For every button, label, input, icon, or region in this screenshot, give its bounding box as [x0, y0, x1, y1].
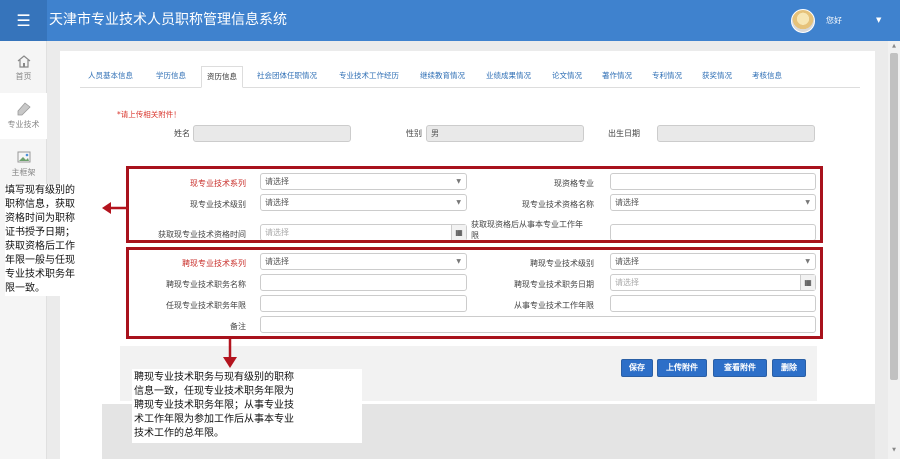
tab-bar: 人员基本信息 学历信息 资历信息 社会团体任职情况 专业技术工作经历 继续教育情…	[80, 66, 860, 88]
bottom-annotation: 聘现专业技术职务与现有级别的职称 信息一致，任现专业技术职务年限为 聘现专业技术…	[132, 369, 362, 443]
tab-qualification[interactable]: 资历信息	[201, 66, 243, 88]
sidebar-item-label: 首页	[15, 72, 32, 81]
hamburger-icon[interactable]: ☰	[0, 0, 47, 41]
tab-awards[interactable]: 获奖情况	[702, 66, 732, 88]
tab-basic-info[interactable]: 人员基本信息	[88, 66, 133, 88]
home-icon	[17, 55, 30, 68]
tab-works[interactable]: 著作情况	[602, 66, 632, 88]
scroll-down-icon[interactable]: ▼	[888, 447, 900, 457]
tab-assessment[interactable]: 考核信息	[752, 66, 782, 88]
annotation-line: 技术工作的总年限。	[134, 428, 224, 439]
tab-achievements[interactable]: 业绩成果情况	[486, 66, 531, 88]
image-icon	[17, 151, 30, 163]
birth-date-label: 出生日期	[608, 129, 640, 138]
current-qualification-highlight	[126, 166, 823, 243]
flask-icon	[17, 102, 31, 116]
delete-button[interactable]: 删除	[772, 359, 806, 377]
scroll-up-icon[interactable]: ▲	[888, 43, 900, 53]
down-arrow-icon	[223, 339, 237, 368]
sidebar-item-main-frame[interactable]: 主框架	[0, 141, 47, 187]
annotation-line: 证书授予日期；	[5, 227, 75, 238]
employment-highlight	[126, 247, 823, 339]
annotation-line: 聘现专业技术职务与现有级别的职称	[134, 372, 294, 383]
annotation-line: 填写现有级别的	[5, 185, 75, 196]
user-greeting[interactable]: 您好	[826, 0, 842, 41]
birth-date-field[interactable]	[657, 125, 815, 142]
sidebar-item-label: 专业技术	[7, 120, 40, 129]
left-arrow-icon	[102, 202, 128, 214]
annotation-line: 术工作年限为参加工作后从事本专业	[134, 414, 294, 425]
annotation-line: 限一致。	[5, 283, 45, 294]
view-attachment-button[interactable]: 查看附件	[713, 359, 767, 377]
top-header: ☰ 天津市专业技术人员职称管理信息系统 您好 ▼	[0, 0, 900, 41]
sidebar-item-home[interactable]: 首页	[0, 45, 47, 91]
tab-continuing-education[interactable]: 继续教育情况	[420, 66, 465, 88]
name-label: 姓名	[174, 129, 190, 138]
app-title: 天津市专业技术人员职称管理信息系统	[49, 12, 287, 28]
left-annotation: 填写现有级别的 职称信息，获取 资格时间为职称 证书授予日期； 获取资格后工作 …	[5, 184, 103, 296]
tab-social-groups[interactable]: 社会团体任职情况	[257, 66, 317, 88]
scrollbar-thumb[interactable]	[890, 53, 898, 380]
gender-label: 性别	[406, 129, 422, 138]
annotation-line: 专业技术职务年	[5, 269, 75, 280]
tab-papers[interactable]: 论文情况	[552, 66, 582, 88]
tab-work-experience[interactable]: 专业技术工作经历	[339, 66, 399, 88]
annotation-line: 年限一般与任现	[5, 255, 75, 266]
gender-field[interactable]: 男	[426, 125, 584, 142]
sidebar-item-professional-tech[interactable]: 专业技术	[0, 93, 47, 139]
annotation-line: 信息一致，任现专业技术职务年限为	[134, 386, 294, 397]
vertical-scrollbar[interactable]: ▲ ▼	[888, 41, 900, 459]
user-menu-caret-icon[interactable]: ▼	[876, 0, 881, 41]
sidebar-item-label: 主框架	[11, 168, 36, 177]
name-field[interactable]	[193, 125, 351, 142]
save-button[interactable]: 保存	[621, 359, 653, 377]
upload-attachment-button[interactable]: 上传附件	[657, 359, 707, 377]
tab-education[interactable]: 学历信息	[156, 66, 186, 88]
required-note: *请上传相关附件！	[117, 110, 181, 119]
annotation-line: 获取资格后工作	[5, 241, 75, 252]
annotation-line: 资格时间为职称	[5, 213, 75, 224]
tab-patents[interactable]: 专利情况	[652, 66, 682, 88]
annotation-line: 聘现专业技术职务年限；从事专业技	[134, 400, 294, 411]
avatar[interactable]	[791, 9, 815, 33]
annotation-line: 职称信息，获取	[5, 199, 75, 210]
